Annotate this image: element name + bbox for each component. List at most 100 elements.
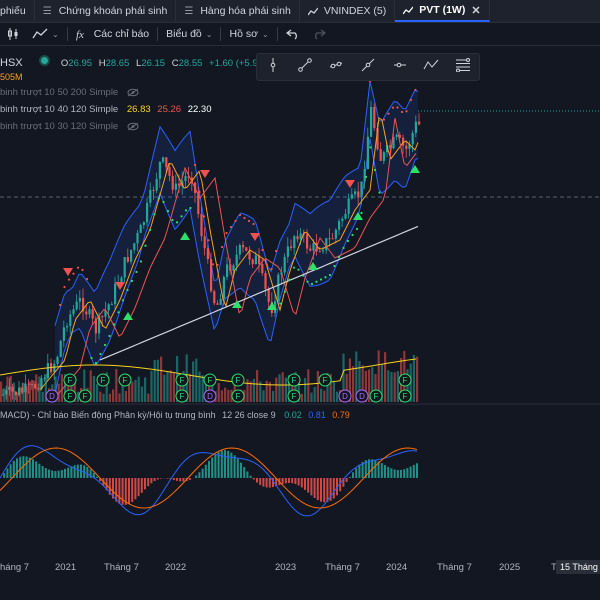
- sar-dot: [171, 218, 174, 222]
- undo-icon: [285, 28, 300, 40]
- ray-tool[interactable]: [325, 57, 347, 77]
- eye-hidden-icon[interactable]: [127, 121, 139, 132]
- sar-dot: [211, 263, 215, 266]
- tab-commodity-derivatives[interactable]: ☰ Hàng hóa phái sinh: [176, 0, 300, 22]
- volume-bar: [9, 375, 12, 402]
- volume-bar: [249, 381, 252, 402]
- volume-bar: [198, 371, 201, 402]
- volume-bar: [281, 372, 284, 402]
- macd-histogram-bar: [96, 476, 98, 478]
- sar-dot: [288, 278, 291, 281]
- eye-hidden-icon[interactable]: [127, 87, 139, 98]
- tab-pvt[interactable]: PVT (1W) ✕: [395, 0, 490, 22]
- tab-stocks[interactable]: phiếu: [0, 0, 35, 22]
- tab-derivatives[interactable]: ☰ Chứng khoán phái sinh: [35, 0, 177, 22]
- candle-body: [296, 236, 299, 240]
- candle-type-button[interactable]: [0, 23, 26, 45]
- trend-line-tool[interactable]: [294, 57, 316, 77]
- trend-line-icon: [297, 57, 312, 77]
- candle-body: [306, 234, 309, 249]
- sar-dot: [85, 277, 89, 281]
- ma-legend-1: binh trượt 10 50 200 Simple: [0, 87, 139, 98]
- line-type-button[interactable]: ⌄: [26, 23, 65, 45]
- volume-bar: [131, 381, 134, 402]
- sar-dot: [229, 225, 233, 229]
- sar-dot: [360, 211, 363, 215]
- tab-vnindex[interactable]: VNINDEX (5): [300, 0, 396, 22]
- volume-bar: [278, 374, 281, 402]
- macd-histogram-bar: [288, 478, 290, 483]
- macd-histogram-bar: [307, 478, 310, 493]
- candle-body: [334, 229, 337, 239]
- candle-body: [168, 167, 171, 176]
- chevron-down-icon: ⌄: [205, 29, 213, 39]
- candle-body: [405, 145, 408, 149]
- macd-histogram-bar: [310, 478, 313, 496]
- macd-histogram-bar: [230, 452, 233, 478]
- sar-dot: [297, 268, 300, 271]
- candle-body: [59, 340, 62, 357]
- candle-body: [149, 189, 152, 203]
- candle-body: [146, 202, 149, 223]
- volume-bar: [352, 366, 355, 402]
- sar-dot: [351, 233, 354, 237]
- path-tool[interactable]: [420, 57, 442, 77]
- horizontal-ray-icon: [393, 58, 407, 77]
- time-axis-label: Tháng 7: [325, 562, 360, 573]
- macd-histogram-bar: [268, 478, 271, 488]
- sar-dot: [220, 245, 224, 249]
- sar-dot: [207, 239, 210, 242]
- macd-histogram-bar: [281, 478, 284, 485]
- sar-dot: [373, 168, 377, 172]
- candle-body: [78, 297, 81, 302]
- vertical-line-tool[interactable]: [262, 57, 284, 77]
- volume-bar: [12, 382, 15, 402]
- high-label: H: [98, 58, 106, 69]
- divider: [220, 27, 222, 41]
- sar-dot: [252, 222, 255, 226]
- tab-label: Chứng khoán phái sinh: [58, 5, 168, 17]
- indicators-button[interactable]: fx Các chỉ báo: [70, 23, 155, 45]
- sar-dot: [328, 273, 332, 277]
- sar-dot: [378, 191, 381, 194]
- close-icon[interactable]: ✕: [471, 4, 480, 17]
- ma-legend-label: binh trượt 10 50 200 Simple: [0, 87, 119, 98]
- volume-bar: [323, 390, 326, 402]
- candle-body: [155, 178, 158, 191]
- sar-dot: [175, 221, 179, 224]
- event-marker-glyph: F: [208, 376, 213, 385]
- close-value: 28.55: [178, 58, 203, 69]
- horizontal-ray-tool[interactable]: [389, 57, 411, 77]
- volume-bar: [156, 359, 159, 402]
- indicators-icon: fx: [76, 27, 90, 41]
- volume-bar: [246, 379, 249, 402]
- chevron-down-icon: ⌄: [52, 29, 59, 39]
- candle-body: [88, 309, 91, 315]
- macd-histogram-bar: [236, 458, 239, 478]
- macd-histogram-bar: [44, 468, 47, 478]
- macd-histogram-bar: [38, 463, 41, 478]
- extended-line-tool[interactable]: [357, 57, 379, 77]
- sar-dot: [238, 213, 242, 217]
- volume-bar: [201, 375, 204, 402]
- volume-bar: [272, 390, 275, 402]
- redo-button[interactable]: [306, 23, 332, 45]
- undo-button[interactable]: [280, 23, 306, 45]
- profile-menu-button[interactable]: Hồ sơ ⌄: [223, 23, 274, 45]
- macd-histogram-bar: [35, 461, 38, 478]
- candle-body: [226, 264, 229, 278]
- sar-dot: [301, 274, 305, 277]
- candle-body: [322, 250, 325, 252]
- macd-histogram-bar: [252, 478, 255, 480]
- time-axis-label: Tháng 7: [437, 562, 472, 573]
- macd-histogram-bar: [387, 466, 390, 478]
- macd-histogram-bar: [355, 468, 358, 478]
- macd-histogram-bar: [320, 478, 322, 502]
- volume-bar: [147, 393, 150, 402]
- macd-histogram-bar: [214, 454, 217, 478]
- chart-menu-button[interactable]: Biểu đồ ⌄: [160, 23, 218, 45]
- fib-retracement-tool[interactable]: [452, 57, 474, 77]
- macd-histogram-bar: [412, 464, 415, 478]
- volume-bar: [41, 391, 44, 402]
- candle-body: [328, 238, 331, 240]
